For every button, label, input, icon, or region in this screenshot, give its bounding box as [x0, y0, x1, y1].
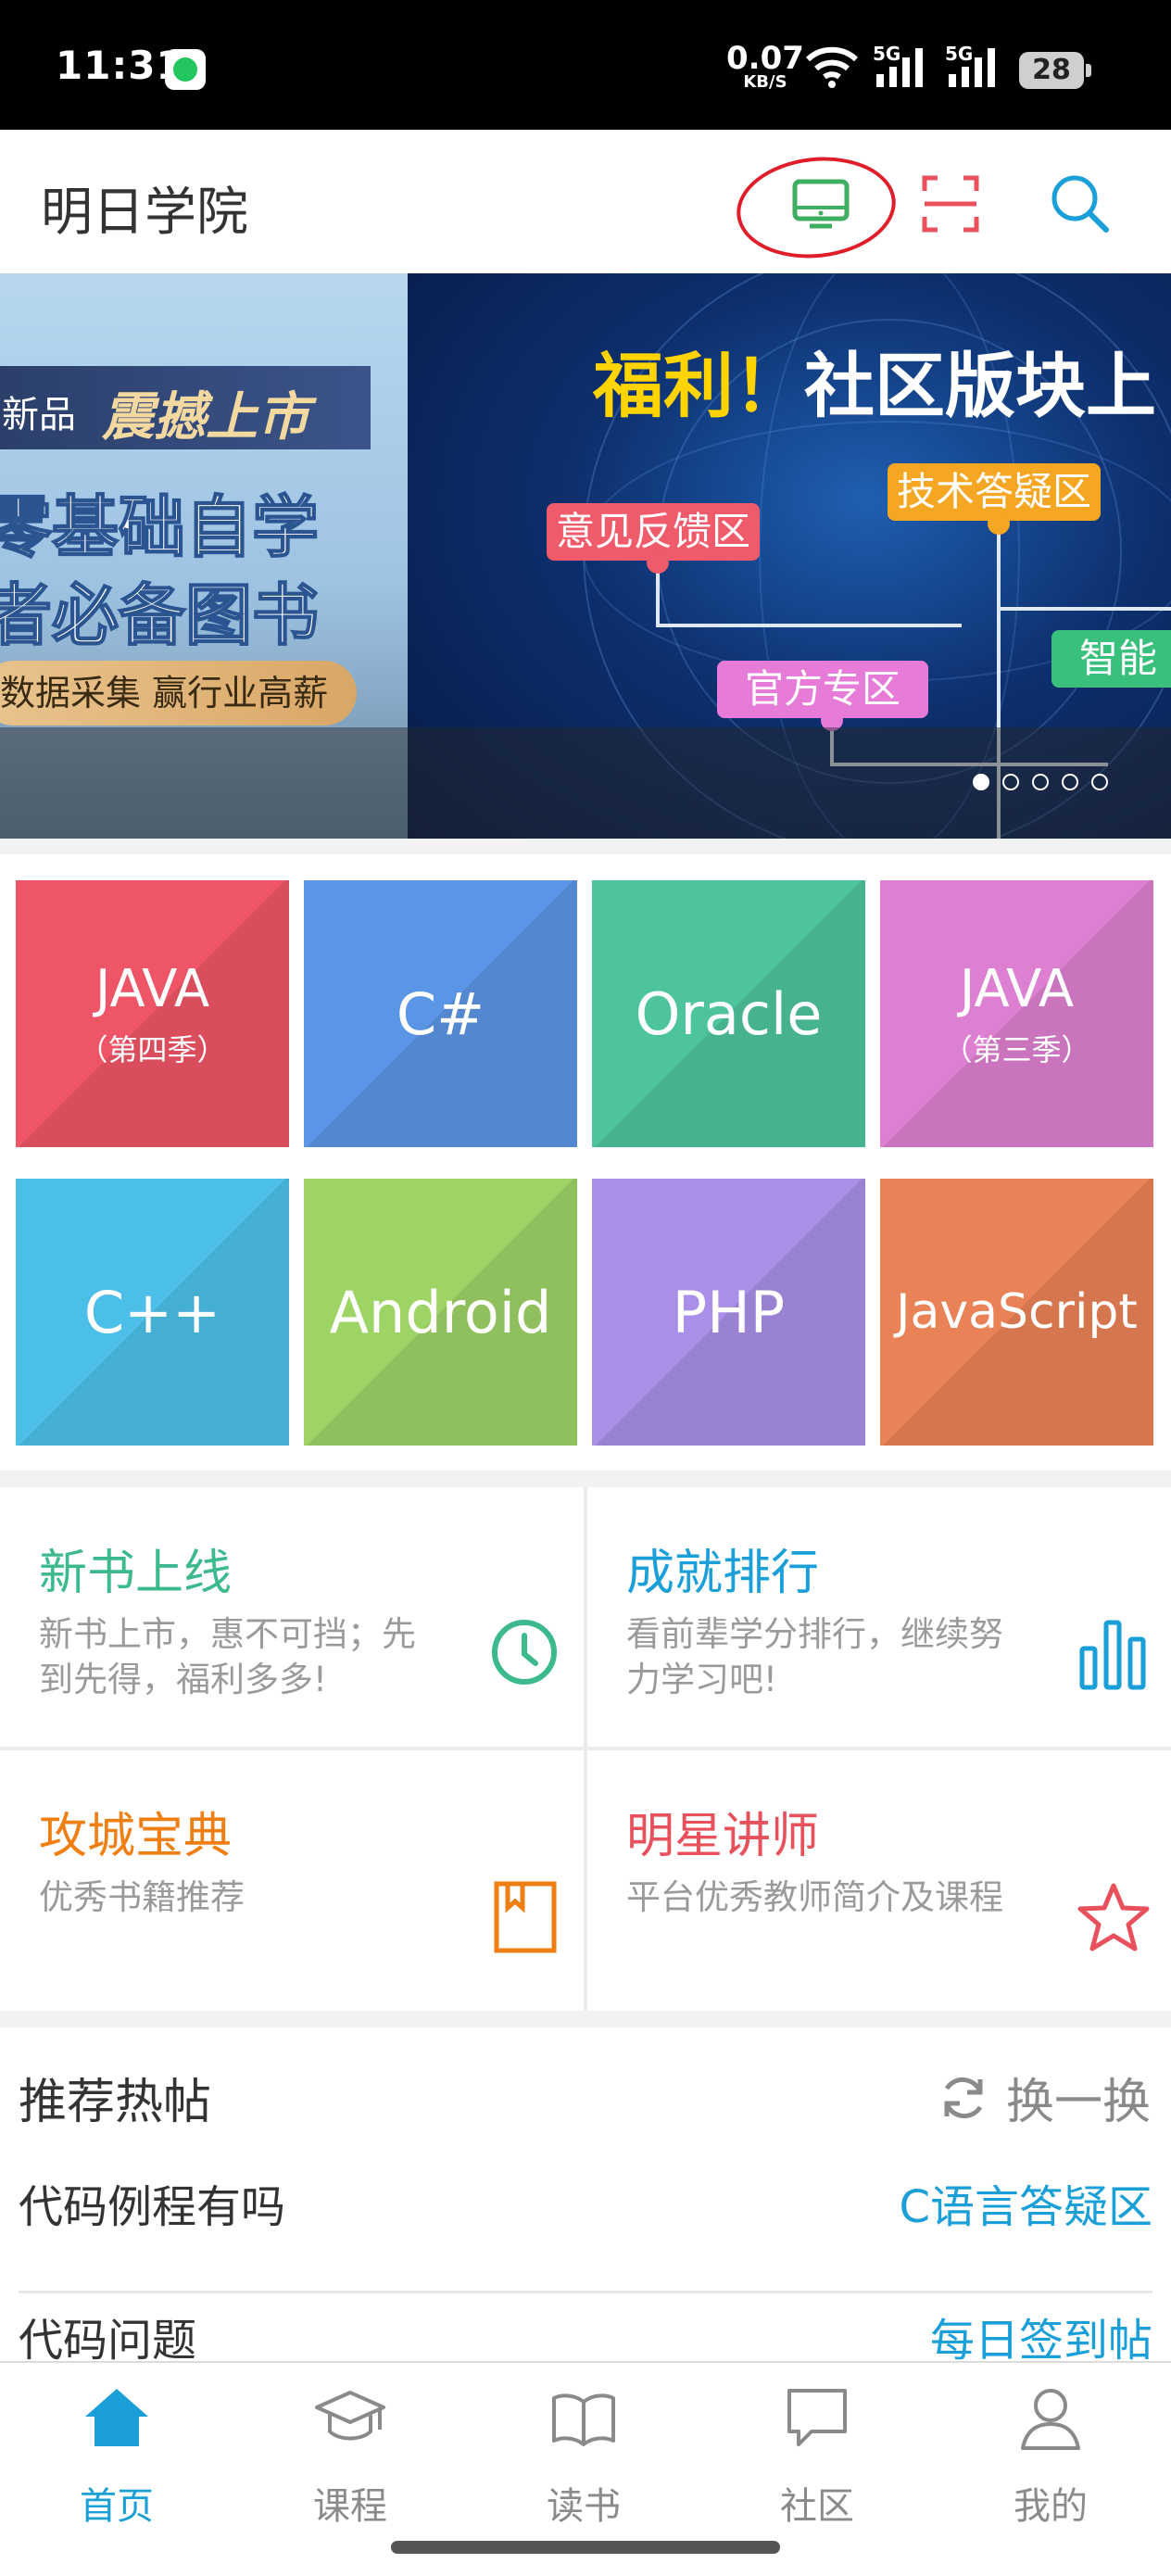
- bar-chart-icon: [1079, 1620, 1146, 1690]
- course-tile-title: JAVA: [94, 958, 210, 1019]
- feature-title: 新书上线: [39, 1546, 233, 1601]
- course-tile-java-4[interactable]: JAVA （第四季）: [16, 880, 289, 1147]
- network-speed-value: 0.07: [726, 40, 804, 77]
- banner-community-title: 福利！社区版块上: [593, 329, 1156, 431]
- battery-indicator: 28: [1019, 52, 1091, 89]
- status-bar: 11:31 0.07 KB/S 5G 5G 28: [0, 0, 1171, 130]
- post-category[interactable]: 每日签到帖: [930, 2304, 1152, 2361]
- app-title: 明日学院: [41, 183, 248, 243]
- notification-app-icon: [165, 49, 206, 90]
- nav-label: 首页: [80, 2485, 154, 2528]
- hot-posts-title: 推荐热帖: [19, 2075, 212, 2130]
- scan-icon[interactable]: [915, 169, 986, 239]
- feature-desc: 优秀书籍推荐: [39, 1877, 245, 1917]
- feature-section: 新书上线 新书上市，惠不可挡；先到先得，福利多多! 成就排行 看前辈学分排行，继…: [0, 1487, 1171, 2011]
- banner-community-emph: 福利！: [593, 345, 804, 427]
- signal-bars-icon: [876, 48, 923, 87]
- course-tile-java-3[interactable]: JAVA （第三季）: [880, 880, 1153, 1147]
- nav-label: 读书: [547, 2485, 621, 2528]
- post-row[interactable]: 代码问题 每日签到帖: [19, 2270, 1152, 2361]
- chat-bubble-icon: [787, 2389, 847, 2446]
- feature-card-teachers[interactable]: 明星讲师 平台优秀教师简介及课程: [587, 1750, 1171, 2010]
- post-row[interactable]: 代码例程有吗 C语言答疑区: [19, 2137, 1152, 2267]
- connector-line: [997, 607, 1171, 611]
- pagination-dot[interactable]: [1002, 774, 1019, 790]
- tag-node: [647, 551, 669, 574]
- course-tile-cpp[interactable]: C++: [16, 1179, 289, 1446]
- refresh-label: 换一换: [1005, 2075, 1151, 2130]
- course-tile-title: C++: [83, 1278, 221, 1346]
- post-category[interactable]: C语言答疑区: [899, 2170, 1152, 2235]
- banner-new-tag: 新品 震撼上市: [0, 366, 371, 449]
- open-book-icon: [552, 2393, 615, 2446]
- app-screen: 11:31 0.07 KB/S 5G 5G 28 明日学院 新品 震撼上市 零基…: [0, 0, 1171, 2576]
- banner-tag-official: 官方专区: [717, 661, 929, 718]
- course-tile-title: Android: [329, 1278, 552, 1346]
- course-tile-title: Oracle: [635, 979, 823, 1048]
- feature-title: 明星讲师: [626, 1809, 820, 1864]
- course-tile-title: JavaScript: [896, 1284, 1138, 1340]
- tag-node: [988, 512, 1010, 535]
- course-tile-title: JAVA: [959, 958, 1075, 1019]
- home-icon: [85, 2389, 148, 2446]
- course-tile-android[interactable]: Android: [304, 1179, 577, 1446]
- feature-desc: 新书上市，惠不可挡；先到先得，福利多多!: [39, 1614, 416, 1699]
- banner-headline-1: 零基础自学: [0, 487, 320, 567]
- feature-desc: 看前辈学分排行，继续努力学习吧!: [626, 1614, 1003, 1699]
- feature-title: 成就排行: [626, 1546, 820, 1601]
- pagination-dot[interactable]: [1032, 774, 1049, 790]
- search-icon[interactable]: [1045, 169, 1115, 239]
- feature-card-new-books[interactable]: 新书上线 新书上市，惠不可挡；先到先得，福利多多!: [0, 1487, 586, 1747]
- course-tile-subtitle: （第三季）: [942, 1031, 1091, 1067]
- feature-desc: 平台优秀教师简介及课程: [626, 1877, 1003, 1917]
- network-speed: 0.07 KB/S: [726, 43, 804, 91]
- course-tile-title: C#: [396, 979, 485, 1048]
- feature-divider: [0, 1747, 1171, 1750]
- post-title: 代码例程有吗: [19, 2181, 286, 2233]
- signal-bars-icon: [949, 48, 995, 87]
- star-icon: [1077, 1883, 1150, 1951]
- course-tile-title: PHP: [672, 1278, 786, 1346]
- nav-label: 社区: [780, 2485, 854, 2528]
- feature-card-ranking[interactable]: 成就排行 看前辈学分排行，继续努力学习吧!: [587, 1487, 1171, 1747]
- course-tile-oracle[interactable]: Oracle: [592, 880, 865, 1147]
- book-icon: [494, 1881, 557, 1953]
- app-header: 明日学院: [0, 130, 1171, 273]
- banner-pagination[interactable]: [973, 774, 1108, 790]
- gesture-home-bar[interactable]: [391, 2541, 780, 2554]
- nav-label: 我的: [1014, 2485, 1088, 2528]
- wifi-icon: [805, 46, 859, 88]
- feature-title: 攻城宝典: [39, 1809, 233, 1864]
- post-title: 代码问题: [19, 2315, 197, 2361]
- pagination-dot-active[interactable]: [973, 774, 989, 790]
- banner-new-title: 震撼上市: [102, 386, 309, 448]
- banner-new-label: 新品: [2, 394, 76, 436]
- banner-tag-smart: 智能: [1051, 630, 1171, 688]
- course-grid: JAVA （第四季） C# Oracle JAVA （第三季） C++ Andr…: [0, 854, 1171, 1471]
- course-tile-javascript[interactable]: JavaScript: [880, 1179, 1153, 1446]
- course-tile-csharp[interactable]: C#: [304, 880, 577, 1147]
- course-tile-subtitle: （第四季）: [78, 1031, 227, 1067]
- graduation-cap-icon: [315, 2391, 385, 2441]
- pagination-dot[interactable]: [1062, 774, 1078, 790]
- banner-headline-2: 者必备图书: [0, 575, 320, 655]
- nav-label: 课程: [313, 2485, 387, 2528]
- banner-community-rest: 社区版块上: [804, 345, 1156, 427]
- banner-pill: 数据采集 赢行业高薪: [0, 661, 357, 726]
- refresh-icon: [944, 2077, 983, 2118]
- clock-icon: [492, 1620, 557, 1685]
- refresh-button[interactable]: 换一换: [938, 2063, 1151, 2132]
- connector-line: [656, 624, 962, 627]
- promo-banner[interactable]: 新品 震撼上市 零基础自学 者必备图书 数据采集 赢行业高薪 福利！社区版块上: [0, 273, 1171, 839]
- feature-card-handbook[interactable]: 攻城宝典 优秀书籍推荐: [0, 1750, 586, 2010]
- hot-posts-section: 推荐热帖 换一换 代码例程有吗 C语言答疑区 代码问题 每日签到帖: [0, 2027, 1171, 2361]
- pagination-dot[interactable]: [1091, 774, 1108, 790]
- course-tile-php[interactable]: PHP: [592, 1179, 865, 1446]
- user-icon: [1021, 2389, 1080, 2450]
